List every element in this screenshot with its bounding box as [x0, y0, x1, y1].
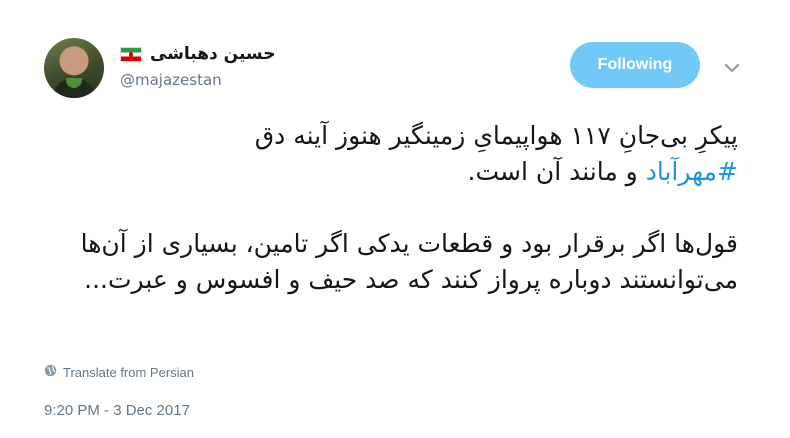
author-display-name[interactable]: حسین دهباشی	[150, 44, 275, 64]
translate-link[interactable]: Translate from Persian	[44, 364, 194, 380]
author-handle[interactable]: @majazestan	[120, 71, 275, 89]
tweet-card: حسین دهباشی @majazestan Following پیکرِ …	[0, 0, 790, 438]
chevron-down-icon[interactable]	[722, 58, 742, 78]
iran-flag-icon	[120, 46, 142, 62]
tweet-line-1: پیکرِ بی‌جانِ ۱۱۷ هواپیمایِ زمینگیر هنوز…	[254, 121, 738, 150]
globe-icon	[44, 364, 63, 380]
translate-label[interactable]: Translate from Persian	[63, 365, 194, 380]
following-button[interactable]: Following	[570, 42, 700, 88]
avatar[interactable]	[44, 38, 104, 98]
tweet-text: پیکرِ بی‌جانِ ۱۱۷ هواپیمایِ زمینگیر هنوز…	[48, 118, 738, 298]
tweet-paragraph-1: پیکرِ بی‌جانِ ۱۱۷ هواپیمایِ زمینگیر هنوز…	[48, 118, 738, 190]
author-name-row[interactable]: حسین دهباشی	[120, 42, 275, 66]
tweet-timestamp[interactable]: 9:20 PM - 3 Dec 2017	[44, 402, 190, 419]
hashtag-link[interactable]: #مهرآباد	[646, 157, 738, 186]
author-block: حسین دهباشی @majazestan	[120, 42, 275, 89]
tweet-paragraph-2: قول‌ها اگر برقرار بود و قطعات یدکی اگر ت…	[80, 229, 738, 294]
tweet-line-2-rest: و مانند آن است.	[467, 157, 646, 186]
